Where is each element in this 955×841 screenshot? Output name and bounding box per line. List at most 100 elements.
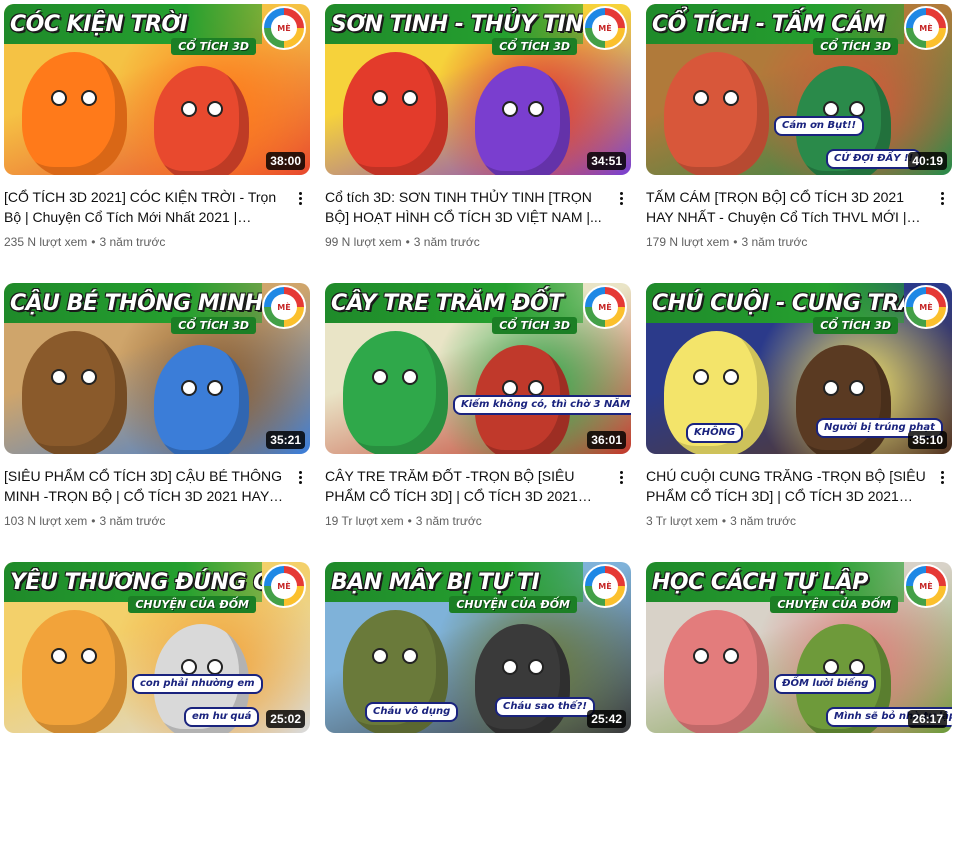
thumbnail-series-badge: CỔ TÍCH 3D [492,317,577,334]
video-title[interactable]: [CỔ TÍCH 3D 2021] CÓC KIỆN TRỜI - Trọn B… [4,187,286,227]
video-title[interactable]: Cổ tích 3D: SƠN TINH THỦY TINH [TRỌN BỘ]… [325,187,607,227]
video-grid: CÓC KIỆN TRỜI CỔ TÍCH 3D MÈ 38:00 [CỔ TÍ… [4,4,952,841]
character-eye [51,89,68,106]
character-eye [722,368,739,385]
video-card[interactable]: CẬU BÉ THÔNG MINH CỔ TÍCH 3D MÈ 35:21 [S… [4,283,310,562]
character-eye [528,658,545,675]
character-eye [207,379,224,396]
video-thumbnail[interactable]: YÊU THƯƠNG ĐÚNG CÁCH CHUYỆN CỦA ĐỐM MÈ c… [4,562,310,733]
video-thumbnail[interactable]: CỔ TÍCH - TẤM CÁM CỔ TÍCH 3D MÈ Cám ơn B… [646,4,952,175]
character-eye [401,368,418,385]
video-title[interactable]: CÂY TRE TRĂM ĐỐT -TRỌN BỘ [SIÊU PHẨM CỔ … [325,466,607,506]
channel-logo-text: MÈ [913,573,939,599]
video-meta: CHÚ CUỘI CUNG TRĂNG -TRỌN BỘ [SIÊU PHẨM … [646,454,952,530]
channel-logo-icon: MÈ [583,6,627,50]
upload-age: 3 năm trước [730,514,797,528]
character-eye [372,647,389,664]
speech-bubble: Cháu sao thế?! [495,697,595,717]
more-options-icon[interactable] [290,187,310,209]
character-eye [372,89,389,106]
view-count: 19 Tr lượt xem [325,514,404,528]
speech-bubble: Cám ơn Bụt!! [774,116,865,136]
speech-bubble: Cháu vô dụng [365,702,459,722]
channel-logo-text: MÈ [913,294,939,320]
video-stats: 235 N lượt xem • 3 năm trước [4,233,286,251]
speech-bubble: em hư quá [184,707,260,727]
character-eye [722,647,739,664]
video-card[interactable]: YÊU THƯƠNG ĐÚNG CÁCH CHUYỆN CỦA ĐỐM MÈ c… [4,562,310,841]
character-eye [501,658,518,675]
video-card[interactable]: BẠN MÂY BỊ TỰ TI CHUYỆN CỦA ĐỐM MÈ Cháu … [325,562,631,841]
video-thumbnail[interactable]: SƠN TINH - THỦY TINH CỔ TÍCH 3D MÈ 34:51 [325,4,631,175]
video-card[interactable]: CỔ TÍCH - TẤM CÁM CỔ TÍCH 3D MÈ Cám ơn B… [646,4,952,283]
character-eye [693,647,710,664]
video-card[interactable]: CÓC KIỆN TRỜI CỔ TÍCH 3D MÈ 38:00 [CỔ TÍ… [4,4,310,283]
view-count: 103 N lượt xem [4,514,88,528]
channel-logo-text: MÈ [271,15,297,41]
video-thumbnail[interactable]: CÓC KIỆN TRỜI CỔ TÍCH 3D MÈ 38:00 [4,4,310,175]
character-eye [180,100,197,117]
more-options-icon[interactable] [611,466,631,488]
video-duration: 26:17 [908,710,947,728]
character-eye [180,658,197,675]
video-title[interactable]: TẤM CÁM [TRỌN BỘ] CỔ TÍCH 3D 2021 HAY NH… [646,187,928,227]
more-options-icon[interactable] [932,466,952,488]
character-figure [475,66,570,175]
character-eye [849,100,866,117]
channel-logo-text: MÈ [592,573,618,599]
character-eye [401,647,418,664]
video-card[interactable]: CHÚ CUỘI - CUNG TRĂNG CỔ TÍCH 3D MÈ Ngườ… [646,283,952,562]
video-thumbnail[interactable]: BẠN MÂY BỊ TỰ TI CHUYỆN CỦA ĐỐM MÈ Cháu … [325,562,631,733]
video-card[interactable]: SƠN TINH - THỦY TINH CỔ TÍCH 3D MÈ 34:51… [325,4,631,283]
view-count: 179 N lượt xem [646,235,730,249]
more-options-icon[interactable] [611,187,631,209]
character-eye [501,379,518,396]
video-duration: 34:51 [587,152,626,170]
video-thumbnail[interactable]: CẬU BÉ THÔNG MINH CỔ TÍCH 3D MÈ 35:21 [4,283,310,454]
video-stats: 103 N lượt xem • 3 năm trước [4,512,286,530]
thumbnail-series-badge: CỔ TÍCH 3D [813,317,898,334]
channel-logo-text: MÈ [271,294,297,320]
video-thumbnail[interactable]: CHÚ CUỘI - CUNG TRĂNG CỔ TÍCH 3D MÈ Ngườ… [646,283,952,454]
video-duration: 25:02 [266,710,305,728]
video-title[interactable]: [SIÊU PHẨM CỔ TÍCH 3D] CẬU BÉ THÔNG MINH… [4,466,286,506]
video-duration: 36:01 [587,431,626,449]
video-card[interactable]: CÂY TRE TRĂM ĐỐT CỔ TÍCH 3D MÈ Kiếm khôn… [325,283,631,562]
separator-dot: • [721,514,727,528]
character-eye [849,658,866,675]
character-figure [22,52,127,175]
thumbnail-series-badge: CHUYỆN CỦA ĐỐM [128,596,256,613]
video-meta: CÂY TRE TRĂM ĐỐT -TRỌN BỘ [SIÊU PHẨM CỔ … [325,454,631,530]
thumbnail-series-badge: CỔ TÍCH 3D [813,38,898,55]
more-options-icon[interactable] [290,466,310,488]
character-figure [154,345,249,454]
character-eye [693,368,710,385]
character-eye [528,379,545,396]
character-eye [80,647,97,664]
channel-logo-icon: MÈ [262,564,306,608]
channel-logo-icon: MÈ [904,564,948,608]
character-eye [822,379,839,396]
character-eye [80,89,97,106]
video-duration: 35:21 [266,431,305,449]
separator-dot: • [91,514,96,528]
thumbnail-series-badge: CHUYỆN CỦA ĐỐM [770,596,898,613]
channel-logo-icon: MÈ [904,6,948,50]
character-figure [664,610,769,733]
speech-bubble: KHÔNG [686,423,744,443]
separator-dot: • [733,235,738,249]
video-thumbnail[interactable]: CÂY TRE TRĂM ĐỐT CỔ TÍCH 3D MÈ Kiếm khôn… [325,283,631,454]
video-thumbnail[interactable]: HỌC CÁCH TỰ LẬP CHUYỆN CỦA ĐỐM MÈ ĐỐM lư… [646,562,952,733]
character-eye [722,89,739,106]
more-options-icon[interactable] [932,187,952,209]
video-meta: TẤM CÁM [TRỌN BỘ] CỔ TÍCH 3D 2021 HAY NH… [646,175,952,251]
video-stats: 19 Tr lượt xem • 3 năm trước [325,512,607,530]
view-count: 3 Tr lượt xem [646,514,718,528]
video-title[interactable]: CHÚ CUỘI CUNG TRĂNG -TRỌN BỘ [SIÊU PHẨM … [646,466,928,506]
video-duration: 38:00 [266,152,305,170]
video-card[interactable]: HỌC CÁCH TỰ LẬP CHUYỆN CỦA ĐỐM MÈ ĐỐM lư… [646,562,952,841]
upload-age: 3 năm trước [99,514,166,528]
character-figure [22,331,127,454]
speech-bubble: ĐỐM lười biếng [774,674,877,694]
video-stats: 3 Tr lượt xem • 3 năm trước [646,512,928,530]
